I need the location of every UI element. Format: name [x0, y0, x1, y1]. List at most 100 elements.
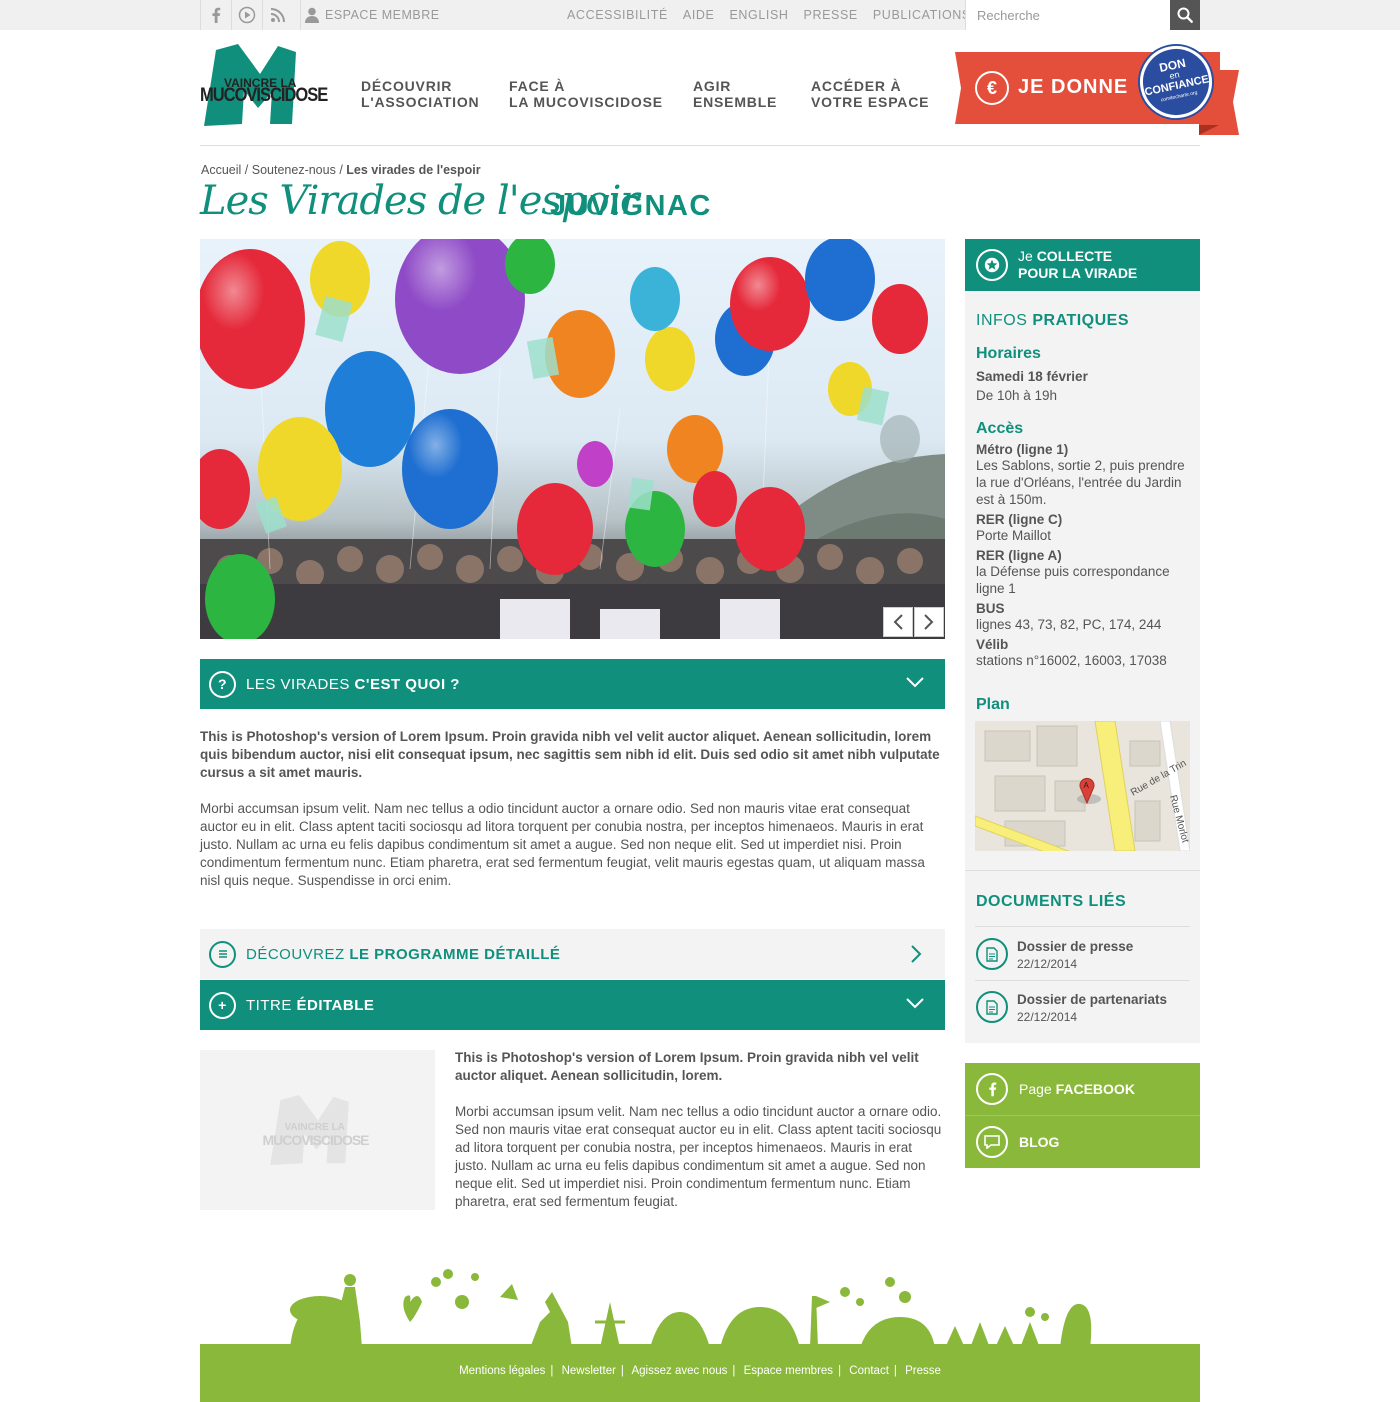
accordion-label-bold: ÉDITABLE — [296, 996, 375, 1014]
document-item[interactable]: Dossier de partenariats 22/12/2014 — [975, 991, 1190, 1031]
horaires-date: Samedi 18 février — [976, 369, 1088, 384]
document-icon — [976, 938, 1008, 970]
documents-title: DOCUMENTS LIÉS — [976, 893, 1127, 910]
search-input[interactable]: Recherche — [965, 0, 1170, 30]
acces-text-bus: lignes 43, 73, 82, PC, 174, 244 — [976, 617, 1162, 632]
acces-text-velib: stations n°16002, 16003, 17038 — [976, 653, 1167, 668]
accordion-label-light: LES VIRADES — [246, 675, 355, 693]
accordion-label-bold: LE PROGRAMME DÉTAILLÉ — [349, 945, 561, 963]
logo-line2: MUCOVISCIDOSE — [200, 84, 328, 106]
nav-line1: AGIR — [693, 78, 732, 94]
slideshow-image — [200, 239, 945, 639]
search-button[interactable] — [1170, 0, 1200, 30]
nav-line2: LA MUCOVISCIDOSE — [509, 94, 663, 110]
nav-item-association[interactable]: DÉCOUVRIR L'ASSOCIATION — [361, 78, 479, 110]
breadcrumb-separator: / — [244, 163, 249, 177]
footer-separator: | — [893, 1365, 897, 1377]
nav-line1: DÉCOUVRIR — [361, 78, 453, 94]
footer-separator: | — [732, 1365, 736, 1377]
slideshow-prev-button[interactable] — [883, 607, 913, 637]
acces-text-rer-c: Porte Maillot — [976, 528, 1052, 543]
facebook-label-light: Page — [1019, 1081, 1056, 1097]
footer-separator: | — [620, 1365, 624, 1377]
document-date: 22/12/2014 — [1017, 1010, 1078, 1024]
accordion-editable-header[interactable]: + TITRE ÉDITABLE — [200, 980, 945, 1030]
footer-link-legal[interactable]: Mentions légales — [459, 1365, 545, 1377]
accordion-label-light: TITRE — [246, 996, 297, 1014]
chevron-left-icon — [893, 614, 903, 630]
header-divider — [200, 145, 1200, 146]
nav-line1: FACE À — [509, 78, 566, 94]
accordion-virades-header[interactable]: ? LES VIRADES C'EST QUOI ? — [200, 659, 945, 709]
nav-item-agir[interactable]: AGIR ENSEMBLE — [693, 78, 777, 110]
top-bar-content: ESPACE MEMBRE ACCESSIBILITÉ AIDE ENGLISH… — [200, 0, 1200, 30]
nav-line1: ACCÉDER À — [811, 78, 902, 94]
acces-label-velib: Vélib — [976, 637, 1009, 652]
user-icon — [305, 7, 319, 23]
accordion-label-bold: C'EST QUOI ? — [354, 675, 460, 693]
nav-item-espace[interactable]: ACCÉDER À VOTRE ESPACE — [811, 78, 929, 110]
acces-title: Accès — [976, 420, 1024, 437]
plan-title: Plan — [976, 696, 1010, 713]
footer-link-contact[interactable]: Contact — [849, 1365, 889, 1377]
youtube-play-icon[interactable] — [231, 0, 262, 30]
donate-label: JE DONNE — [1018, 76, 1129, 98]
document-icon — [976, 991, 1008, 1023]
acces-text-metro: Les Sablons, sortie 2, puis prendre la r… — [976, 458, 1185, 507]
document-date: 22/12/2014 — [1017, 957, 1078, 971]
chevron-right-icon — [924, 614, 934, 630]
accordion1-body: Morbi accumsan ipsum velit. Nam nec tell… — [200, 801, 925, 888]
site-footer: Mentions légales | Newsletter | Agissez av… — [200, 1346, 1200, 1402]
facebook-icon[interactable] — [200, 0, 231, 30]
nav-item-mucoviscidose[interactable]: FACE À LA MUCOVISCIDOSE — [509, 78, 663, 110]
footer-separator: | — [838, 1365, 842, 1377]
cta-bold2: POUR LA VIRADE — [1018, 265, 1138, 281]
document-item[interactable]: Dossier de presse 22/12/2014 — [975, 938, 1190, 978]
slideshow-next-button[interactable] — [914, 607, 944, 637]
euro-symbol: € — [986, 77, 997, 98]
accordion-programme-header[interactable]: DÉCOUVREZ LE PROGRAMME DÉTAILLÉ — [200, 929, 945, 979]
horaires-title: Horaires — [976, 345, 1041, 362]
footer-link-members[interactable]: Espace membres — [744, 1365, 833, 1377]
footer-link-press[interactable]: Presse — [905, 1365, 941, 1377]
acces-label-metro: Métro (ligne 1) — [976, 442, 1069, 457]
site-logo[interactable]: VAINCRE LA MUCOVISCIDOSE — [200, 44, 328, 126]
link-accessibility[interactable]: ACCESSIBILITÉ — [567, 8, 668, 22]
link-help[interactable]: AIDE — [683, 8, 715, 22]
accordion3-intro: This is Photoshop's version of Lorem Ips… — [455, 1050, 919, 1083]
nav-line2: VOTRE ESPACE — [811, 94, 930, 110]
plus-glyph: + — [218, 997, 227, 1013]
breadcrumb: Accueil / Soutenez-nous / Les virades de… — [201, 163, 481, 177]
footer-separator: | — [550, 1365, 554, 1377]
breadcrumb-current: Les virades de l'espoir — [346, 163, 481, 177]
star-icon — [976, 249, 1008, 281]
document-title: Dossier de partenariats — [1017, 992, 1168, 1007]
footer-link-newsletter[interactable]: Newsletter — [562, 1365, 616, 1377]
accordion3-body: Morbi accumsan ipsum velit. Nam nec tell… — [455, 1104, 942, 1209]
infos-light: INFOS — [976, 312, 1033, 329]
location-map[interactable]: A Rue de la Trin Rue Morlot — [975, 721, 1190, 851]
member-space-link[interactable]: ESPACE MEMBRE — [300, 0, 440, 30]
collect-for-virade-button[interactable]: Je COLLECTE POUR LA VIRADE — [965, 239, 1200, 291]
question-glyph: ? — [217, 676, 228, 692]
sidebar-divider — [965, 870, 1200, 871]
blog-label: BLOG — [1019, 1134, 1060, 1150]
breadcrumb-home[interactable]: Accueil — [201, 163, 241, 177]
link-publications[interactable]: PUBLICATIONS — [873, 8, 971, 22]
documents-divider — [975, 926, 1190, 927]
link-press[interactable]: PRESSE — [804, 8, 858, 22]
breadcrumb-soutenez[interactable]: Soutenez-nous — [252, 163, 336, 177]
footer-link-agissez[interactable]: Agissez avec nous — [631, 1365, 727, 1377]
rss-icon[interactable] — [262, 0, 293, 30]
facebook-page-button[interactable]: Page FACEBOOK — [965, 1063, 1200, 1115]
blog-button[interactable]: BLOG — [965, 1116, 1200, 1168]
acces-label-rer-a: RER (ligne A) — [976, 548, 1062, 563]
chat-bubble-icon — [976, 1126, 1008, 1158]
accordion1-intro: This is Photoshop's version of Lorem Ips… — [200, 729, 940, 780]
infos-pratiques-title: INFOS PRATIQUES — [976, 312, 1129, 330]
facebook-icon — [976, 1073, 1008, 1105]
image-placeholder: VAINCRE LA MUCOVISCIDOSE — [200, 1050, 435, 1210]
link-english[interactable]: ENGLISH — [729, 8, 788, 22]
placeholder-logo-line2: MUCOVISCIDOSE — [262, 1132, 370, 1148]
search-placeholder: Recherche — [977, 8, 1040, 23]
